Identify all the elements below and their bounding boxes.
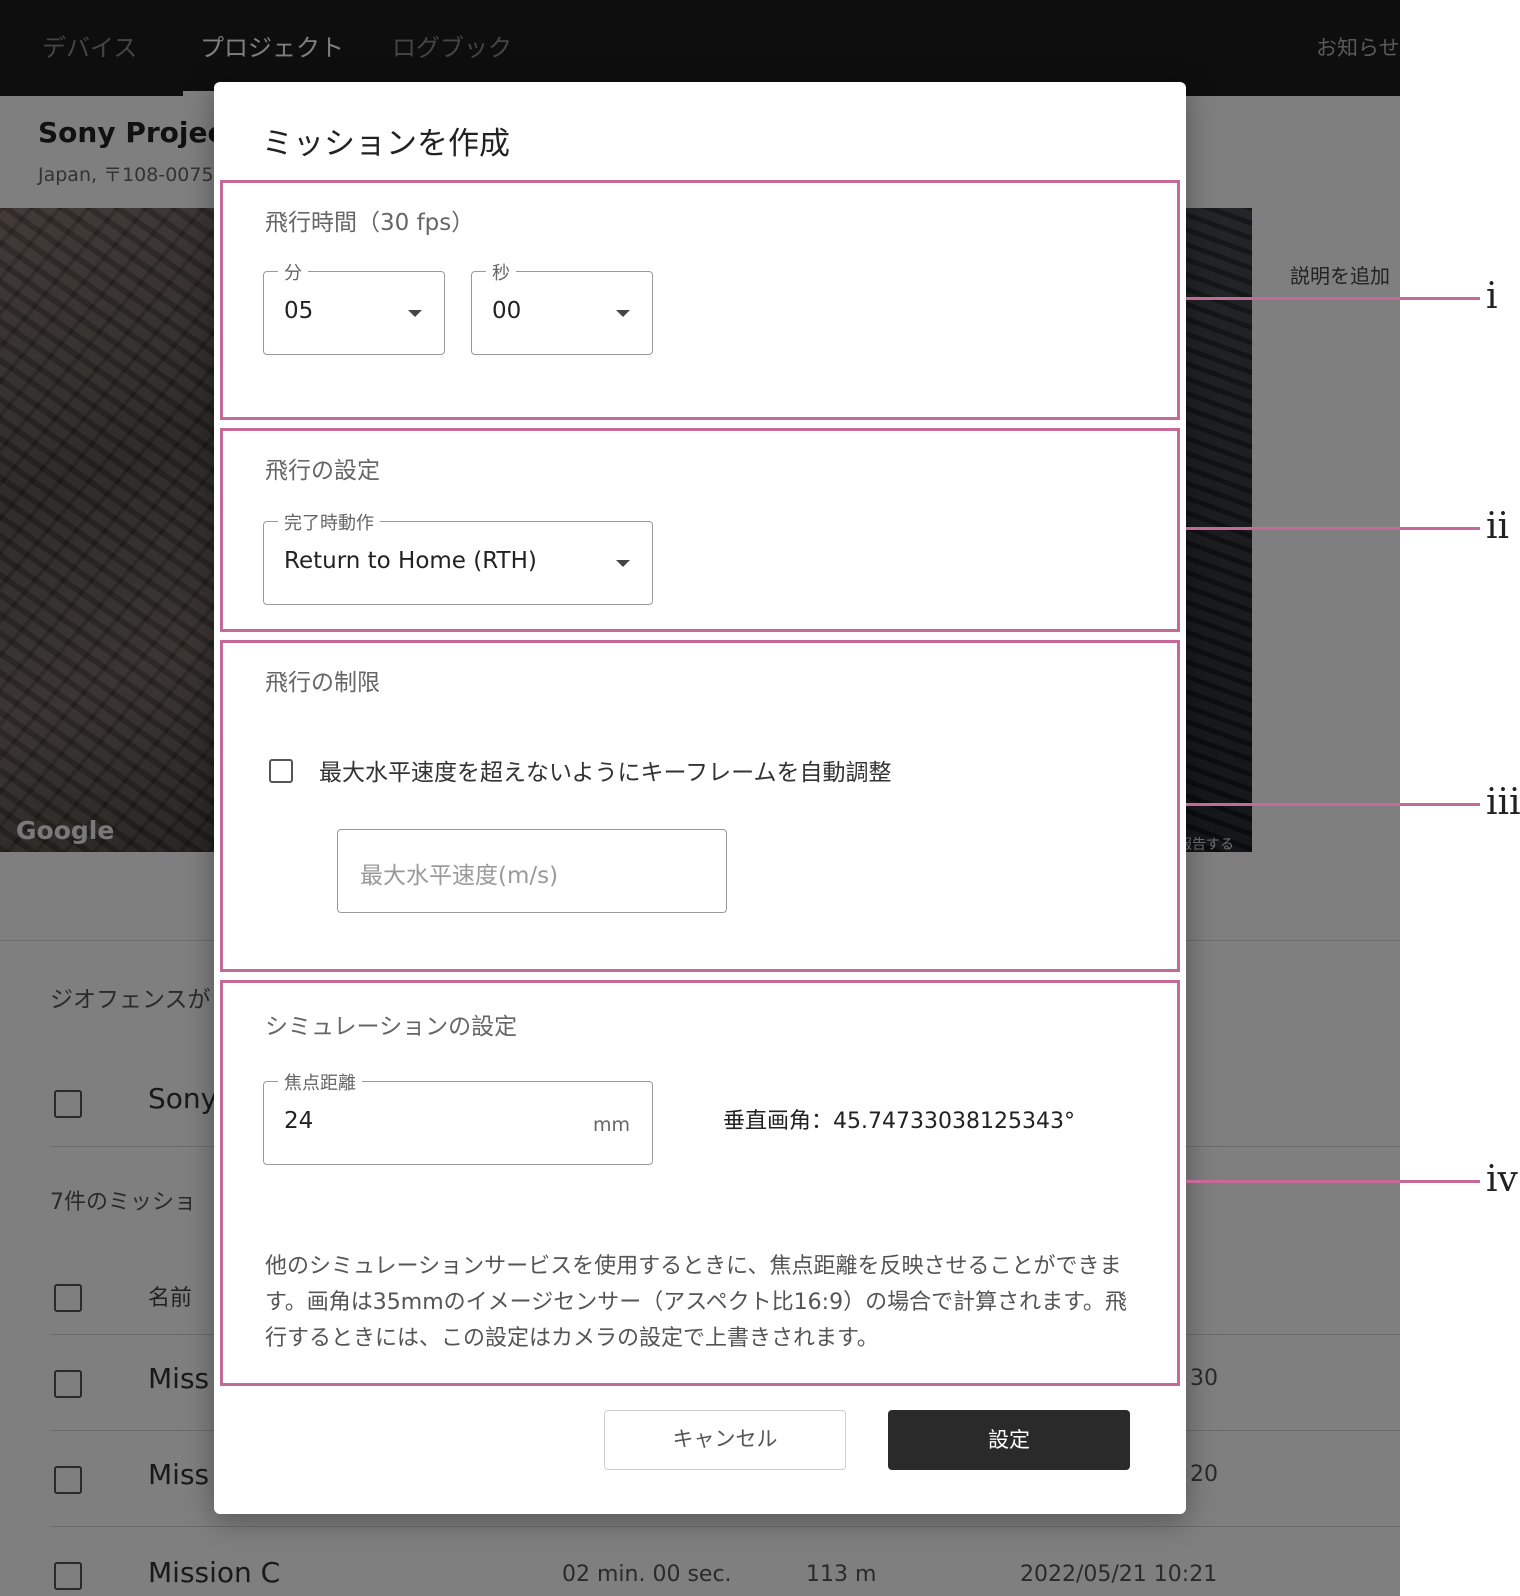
- create-mission-dialog: ミッションを作成 飛行時間（30 fps） 分 05 秒 00 飛行の設定 完了…: [214, 82, 1186, 1514]
- minutes-value: 05: [284, 298, 314, 324]
- focal-length-unit: mm: [592, 1114, 630, 1136]
- focal-length-input[interactable]: 焦点距離 24 mm: [263, 1069, 653, 1165]
- vertical-angle-readout: 垂直画角：45.74733038125343°: [723, 1109, 1075, 1134]
- callout-label-ii: ii: [1486, 506, 1510, 547]
- flight-settings-title: 飛行の設定: [265, 458, 380, 484]
- callout-label-iv: iv: [1486, 1159, 1518, 1200]
- completion-action-value: Return to Home (RTH): [284, 548, 537, 574]
- dropdown-arrow-icon: [616, 310, 630, 317]
- seconds-label: 秒: [486, 259, 516, 285]
- callout-label-iii: iii: [1486, 782, 1520, 823]
- auto-adjust-checkbox[interactable]: [269, 759, 293, 783]
- completion-action-select[interactable]: 完了時動作 Return to Home (RTH): [263, 509, 653, 605]
- simulation-section: シミュレーションの設定 焦点距離 24 mm 垂直画角：45.747330381…: [220, 980, 1180, 1386]
- flight-time-title: 飛行時間（30 fps）: [265, 210, 475, 236]
- callout-label-i: i: [1486, 276, 1498, 317]
- flight-limits-section: 飛行の制限 最大水平速度を超えないようにキーフレームを自動調整 最大水平速度(m…: [220, 640, 1180, 972]
- flight-settings-section: 飛行の設定 完了時動作 Return to Home (RTH): [220, 428, 1180, 632]
- max-speed-input[interactable]: 最大水平速度(m/s): [337, 829, 727, 913]
- minutes-select[interactable]: 分 05: [263, 259, 445, 355]
- simulation-title: シミュレーションの設定: [265, 1014, 518, 1040]
- seconds-select[interactable]: 秒 00: [471, 259, 653, 355]
- focal-length-value: 24: [284, 1108, 314, 1134]
- set-button[interactable]: 設定: [888, 1410, 1130, 1470]
- dropdown-arrow-icon: [408, 310, 422, 317]
- auto-adjust-label[interactable]: 最大水平速度を超えないようにキーフレームを自動調整: [319, 753, 891, 787]
- callout-line-i: [1186, 297, 1480, 300]
- callout-line-iii: [1186, 803, 1480, 806]
- flight-time-section: 飛行時間（30 fps） 分 05 秒 00: [220, 180, 1180, 420]
- simulation-help-text: 他のシミュレーションサービスを使用するときに、焦点距離を反映させることができます…: [265, 1254, 1127, 1351]
- seconds-value: 00: [492, 298, 522, 324]
- cancel-button[interactable]: キャンセル: [604, 1410, 846, 1470]
- dropdown-arrow-icon: [616, 560, 630, 567]
- callout-line-ii: [1186, 527, 1480, 530]
- focal-length-label: 焦点距離: [278, 1069, 362, 1095]
- max-speed-placeholder: 最大水平速度(m/s): [360, 863, 559, 889]
- minutes-label: 分: [278, 259, 308, 285]
- callout-line-iv: [1186, 1180, 1480, 1183]
- flight-limits-title: 飛行の制限: [265, 670, 380, 696]
- completion-action-label: 完了時動作: [278, 509, 380, 535]
- dialog-title: ミッションを作成: [262, 126, 510, 162]
